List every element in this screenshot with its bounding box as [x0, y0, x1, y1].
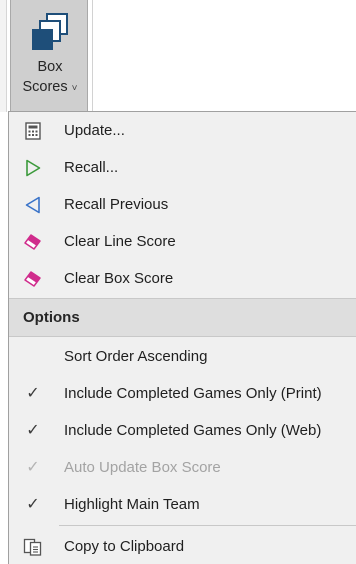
calculator-icon: [22, 121, 44, 141]
box-scores-dropdown-menu: Update... Recall... Recall Previous Clea…: [8, 111, 356, 564]
check-icon: ✓: [22, 495, 44, 515]
option-auto-update-box-score: ✓ Auto Update Box Score: [9, 449, 356, 486]
check-icon: ✓: [22, 458, 44, 478]
menu-item-copy-to-clipboard[interactable]: Copy to Clipboard: [9, 528, 356, 564]
menu-item-recall[interactable]: Recall...: [9, 149, 356, 186]
option-label: Highlight Main Team: [64, 496, 200, 513]
menu-item-label: Copy to Clipboard: [64, 538, 185, 555]
box-scores-icon: [32, 13, 68, 50]
menu-separator: [9, 336, 356, 337]
box-scores-label-line2: Scores ˅: [11, 78, 89, 98]
back-triangle-icon: [22, 195, 44, 215]
menu-item-label: Clear Line Score: [64, 233, 176, 250]
eraser-icon: [22, 232, 44, 252]
menu-item-label: Recall...: [64, 159, 119, 176]
option-label: Auto Update Box Score: [64, 459, 221, 476]
check-glyph: ✓: [26, 496, 40, 513]
ribbon: Box Scores ˅: [0, 0, 356, 112]
check-icon: ✓: [22, 384, 44, 404]
option-label: Sort Order Ascending: [64, 348, 208, 365]
menu-item-label: Recall Previous: [64, 196, 169, 213]
check-glyph: ✓: [26, 422, 40, 439]
option-include-completed-print[interactable]: ✓ Include Completed Games Only (Print): [9, 375, 356, 412]
menu-item-recall-previous[interactable]: Recall Previous: [9, 186, 356, 223]
chevron-down-icon: ˅: [71, 83, 78, 94]
option-sort-order-ascending[interactable]: Sort Order Ascending: [9, 338, 356, 375]
option-highlight-main-team[interactable]: ✓ Highlight Main Team: [9, 486, 356, 523]
options-header: Options: [9, 299, 356, 336]
clipboard-copy-icon: [22, 537, 44, 557]
ribbon-left-edge: [0, 0, 7, 112]
menu-item-clear-line-score[interactable]: Clear Line Score: [9, 223, 356, 260]
box-scores-label-line1: Box: [37, 59, 63, 75]
eraser-icon: [22, 269, 44, 289]
menu-separator: [59, 525, 356, 526]
box-scores-button[interactable]: Box Scores ˅: [10, 0, 88, 112]
option-label: Include Completed Games Only (Web): [64, 422, 322, 439]
option-include-completed-web[interactable]: ✓ Include Completed Games Only (Web): [9, 412, 356, 449]
play-triangle-icon: [22, 158, 44, 178]
check-glyph: ✓: [26, 459, 40, 476]
menu-item-update[interactable]: Update...: [9, 112, 356, 149]
option-label: Include Completed Games Only (Print): [64, 385, 322, 402]
ribbon-separator: [92, 0, 93, 112]
check-glyph: ✓: [26, 385, 40, 402]
menu-item-label: Clear Box Score: [64, 270, 174, 287]
options-header-label: Options: [23, 309, 80, 326]
menu-item-clear-box-score[interactable]: Clear Box Score: [9, 260, 356, 297]
menu-item-label: Update...: [64, 122, 125, 139]
box-scores-label-text: Scores: [22, 79, 68, 95]
check-icon: ✓: [22, 421, 44, 441]
